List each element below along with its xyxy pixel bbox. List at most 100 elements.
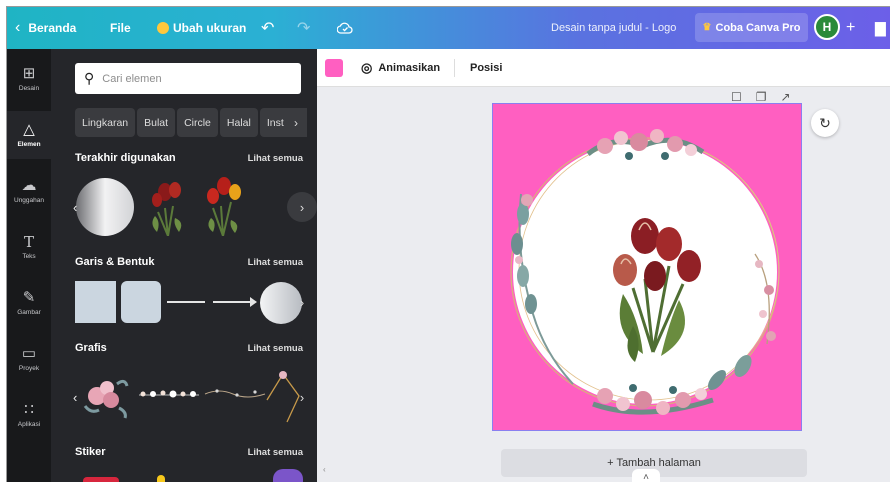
position-button[interactable]: Posisi [470,49,502,87]
rail-label: Gambar [17,309,41,316]
chevron-left-icon[interactable]: ‹ [73,390,77,405]
lock-icon[interactable]: ☐ [731,90,742,104]
elements-panel: ⚲ LingkaranBulatCircleHalalInst › Terakh… [51,49,317,482]
recent-row: ‹ › [73,176,317,238]
animate-label: Animasikan [378,62,441,74]
rail-item-apps[interactable]: ∷ Aplikasi [7,391,51,439]
bar-chart-icon: ▇ [875,19,886,36]
section-title-lines-shapes: Garis & Bentuk [75,256,155,268]
page-tools: ☐ ❐ ↗ [731,90,791,104]
rail-item-elements[interactable]: △ Elemen [7,111,51,159]
see-all-recent[interactable]: Lihat semua [248,153,303,164]
tulip-yellow-element[interactable] [199,176,247,236]
animate-button[interactable]: ◎ Animasikan [361,49,440,87]
side-rail: ⊞ Desain △ Elemen ☁ Unggahan T Teks ✎ Ga… [7,49,51,482]
search-box[interactable]: ⚲ [75,63,301,94]
floral-corner-element[interactable] [79,370,131,422]
graphics-next-button[interactable]: › [287,382,317,412]
rounded-square-element[interactable] [121,281,161,323]
try-pro-label: Coba Canva Pro [715,21,801,34]
chevron-up-icon[interactable]: ˄ [632,469,660,482]
chip-halal[interactable]: Halal [219,108,258,137]
background-color-swatch[interactable] [325,59,343,77]
chip-circle[interactable]: Circle [177,108,218,137]
shapes-icon: △ [23,121,35,138]
add-page-icon[interactable]: ↗ [781,90,791,104]
chip-bulat[interactable]: Bulat [137,108,176,137]
toolbar-divider [454,59,455,77]
gradient-circle-element[interactable] [75,176,135,238]
canvas-area: ☐ ❐ ↗ ↻ + Tambah halaman ‹ ˄ [317,87,890,482]
upload-icon: ☁ [21,177,37,194]
rail-item-design[interactable]: ⊞ Desain [7,55,51,103]
rail-label: Desain [18,85,40,92]
lines-shapes-row: › [75,281,307,341]
duplicate-page-icon[interactable]: ❐ [756,90,767,104]
chip-lingkaran[interactable]: Lingkaran [75,108,136,137]
sticker-element[interactable] [157,475,165,482]
sticker-element[interactable] [273,469,303,482]
arrow-line-element[interactable] [213,295,257,309]
crown-icon [157,22,169,34]
floral-wreath-artwork [510,129,780,415]
folder-icon: ▭ [21,345,37,362]
recent-next-button[interactable]: › [287,192,317,222]
cloud-check-icon [337,22,353,34]
chevron-left-icon: ‹ [15,19,21,36]
rail-item-uploads[interactable]: ☁ Unggahan [7,167,51,215]
crown-icon: ♛ [702,22,712,33]
top-bar: ‹ Beranda File Ubah ukuran ↶ ↷ Desain ta… [7,7,890,49]
refresh-icon[interactable]: ↻ [811,109,839,137]
share-plus-button[interactable]: + [846,7,855,49]
home-button[interactable]: ‹ Beranda [15,7,76,49]
design-page[interactable] [492,103,802,431]
rail-label: Unggahan [14,197,44,204]
avatar[interactable]: H [814,14,840,40]
vine-line-element[interactable] [203,386,267,400]
resize-label: Ubah ukuran [173,21,247,35]
see-all-graphics[interactable]: Lihat semua [248,343,303,354]
shapes-next-button[interactable]: › [287,287,317,317]
home-label: Beranda [28,21,77,35]
canvas-toolbar: ◎ Animasikan Posisi [317,49,890,87]
suggestion-chips: Lingkaran Bulat Circle Halal Inst › [75,108,307,137]
rail-item-text[interactable]: T Teks [7,223,51,271]
rail-label: Aplikasi [17,421,41,428]
chips-next-button[interactable]: › [285,108,307,137]
draw-icon: ✎ [22,289,36,306]
file-menu-button[interactable]: File [110,7,131,49]
scroll-left-icon[interactable]: ‹ [323,465,326,474]
chevron-left-icon[interactable]: ‹ [73,200,77,215]
see-all-stickers[interactable]: Lihat semua [248,447,303,458]
rail-label: Proyek [18,365,40,372]
animate-icon: ◎ [361,60,373,75]
layout-icon: ⊞ [22,65,36,82]
see-all-lines-shapes[interactable]: Lihat semua [248,257,303,268]
app-frame: ‹ Beranda File Ubah ukuran ↶ ↷ Desain ta… [6,6,890,482]
rail-item-draw[interactable]: ✎ Gambar [7,279,51,327]
resize-button[interactable]: Ubah ukuran [157,7,246,49]
section-title-graphics: Grafis [75,342,107,354]
square-shape-element[interactable] [75,281,116,323]
try-pro-button[interactable]: ♛ Coba Canva Pro [695,13,808,42]
section-title-recent: Terakhir digunakan [75,152,176,164]
document-title[interactable]: Desain tanpa judul - Logo [551,7,676,49]
rail-label: Teks [22,253,36,260]
save-status-button[interactable] [337,7,353,49]
search-icon: ⚲ [84,70,95,86]
apps-icon: ∷ [24,401,34,418]
insights-button[interactable]: ▇ [875,7,886,49]
undo-button[interactable]: ↶ [261,7,274,49]
text-icon: T [23,233,34,251]
graphics-row: ‹ › [73,366,307,426]
rail-label: Elemen [17,141,41,148]
search-input[interactable] [102,72,283,85]
flower-garland-element[interactable] [137,388,201,400]
redo-button[interactable]: ↷ [297,7,310,49]
sticker-element[interactable] [83,477,119,482]
tulip-bouquet-element[interactable] [145,178,191,236]
undo-icon: ↶ [261,20,275,37]
rail-item-projects[interactable]: ▭ Proyek [7,335,51,383]
line-element[interactable] [167,301,205,303]
redo-icon: ↷ [297,20,311,37]
